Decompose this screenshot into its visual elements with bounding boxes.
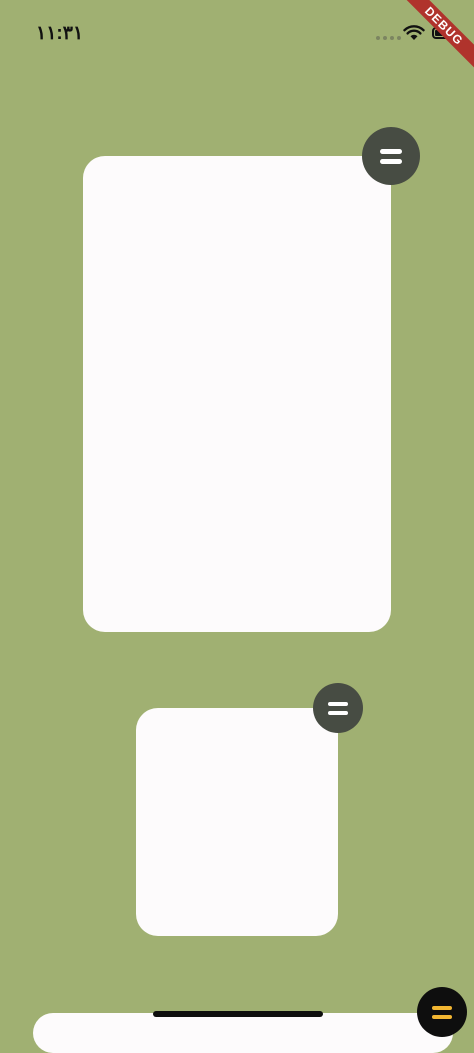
debug-banner-label: DEBUG (395, 0, 474, 75)
small-card[interactable] (136, 708, 338, 936)
small-card-handle-button[interactable] (313, 683, 363, 733)
bottom-card[interactable] (33, 1013, 453, 1053)
drag-handle-icon (432, 1005, 452, 1019)
status-time: ١١:٣١ (36, 23, 84, 44)
large-card-handle-button[interactable] (362, 127, 420, 185)
drag-handle-icon (380, 148, 402, 164)
bottom-card-handle-button[interactable] (417, 987, 467, 1037)
large-card[interactable] (83, 156, 391, 632)
drag-handle-icon (328, 701, 348, 715)
home-indicator (153, 1011, 323, 1017)
debug-banner: DEBUG (394, 0, 474, 80)
